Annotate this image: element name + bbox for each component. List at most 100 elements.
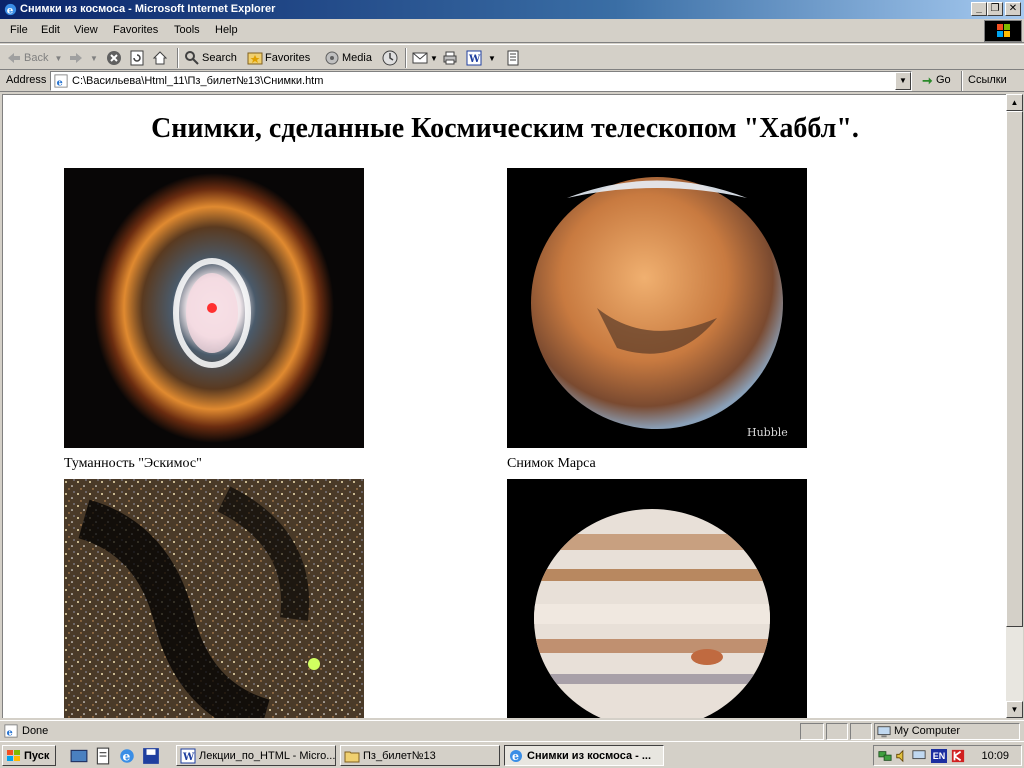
language-indicator[interactable]: EN xyxy=(931,749,947,763)
print-button[interactable] xyxy=(442,49,460,67)
home-icon xyxy=(152,51,168,65)
task-button-word[interactable]: W Лекции_по_HTML - Micro... xyxy=(176,745,336,766)
system-tray: EN 10:09 xyxy=(873,745,1022,766)
menu-bar: File Edit View Favorites Tools Help xyxy=(0,19,1024,43)
edit-dropdown-icon[interactable]: ▼ xyxy=(488,54,496,63)
menu-file[interactable]: File xyxy=(10,24,28,36)
svg-text:W: W xyxy=(182,752,195,763)
antivirus-icon[interactable] xyxy=(951,749,965,763)
go-button[interactable]: Go xyxy=(920,73,951,87)
menu-favorites[interactable]: Favorites xyxy=(113,24,158,36)
windows-logo-icon xyxy=(984,20,1022,42)
favorites-button[interactable]: Favorites xyxy=(247,49,310,67)
discuss-icon xyxy=(507,50,519,66)
maximize-button[interactable]: ❐ xyxy=(987,2,1003,16)
computer-icon xyxy=(877,726,891,738)
notepad-icon[interactable] xyxy=(94,747,112,765)
address-label: Address xyxy=(6,74,47,86)
search-icon xyxy=(185,51,199,65)
photo-caption: Снимок Марса xyxy=(507,456,596,471)
task-button-folder[interactable]: Пз_билет№13 xyxy=(340,745,500,766)
scroll-thumb[interactable] xyxy=(1006,111,1023,627)
save-disk-icon[interactable] xyxy=(142,747,160,765)
favorites-label: Favorites xyxy=(265,52,311,64)
refresh-button[interactable] xyxy=(129,49,147,67)
svg-text:e: e xyxy=(512,750,519,763)
toolbar-separator xyxy=(405,48,407,68)
history-icon xyxy=(382,50,398,66)
minimize-button[interactable]: _ xyxy=(971,2,987,16)
ie-icon: e xyxy=(4,3,17,16)
history-button[interactable] xyxy=(382,49,400,67)
page-heading: Снимки, сделанные Космическим телескопом… xyxy=(151,113,859,144)
printer-icon xyxy=(443,51,457,65)
task-label: Пз_билет№13 xyxy=(363,749,436,762)
page-content: Снимки, сделанные Космическим телескопом… xyxy=(2,94,1006,718)
start-button[interactable]: Пуск xyxy=(2,745,56,766)
stop-button[interactable] xyxy=(106,49,124,67)
toolbar-separator xyxy=(177,48,179,68)
svg-text:e: e xyxy=(7,4,14,16)
hubble-heritage-watermark: Hubble xyxy=(747,426,788,439)
task-button-ie[interactable]: e Снимки из космоса - ... xyxy=(504,745,664,766)
go-label: Go xyxy=(936,74,951,86)
status-panel xyxy=(850,723,872,740)
close-button[interactable]: ✕ xyxy=(1005,2,1021,16)
address-dropdown-icon[interactable]: ▼ xyxy=(895,72,911,90)
search-label: Search xyxy=(202,52,237,64)
task-label: Снимки из космоса - ... xyxy=(527,749,652,762)
status-bar: e Done My Computer xyxy=(0,720,1024,741)
clock[interactable]: 10:09 xyxy=(981,750,1009,762)
vertical-scrollbar[interactable]: ▲ ▼ xyxy=(1006,94,1023,718)
task-label: Лекции_по_HTML - Micro... xyxy=(199,749,336,762)
home-button[interactable] xyxy=(152,49,170,67)
back-arrow-icon xyxy=(8,53,20,63)
mail-dropdown-icon[interactable]: ▼ xyxy=(430,54,438,63)
ie-icon: e xyxy=(510,749,522,763)
address-input[interactable]: e C:\Васильева\Html_11\Пз_билет№13\Снимк… xyxy=(50,71,912,91)
menu-help[interactable]: Help xyxy=(215,24,238,36)
show-desktop-icon[interactable] xyxy=(70,747,88,765)
status-panel xyxy=(826,723,848,740)
menu-view[interactable]: View xyxy=(74,24,98,36)
monitor-icon[interactable] xyxy=(912,749,926,763)
media-label: Media xyxy=(342,52,372,64)
scroll-down-icon[interactable]: ▼ xyxy=(1006,701,1023,718)
address-value: C:\Васильева\Html_11\Пз_билет№13\Снимки.… xyxy=(72,75,324,87)
photo-eskimo-nebula xyxy=(64,168,364,448)
menu-tools[interactable]: Tools xyxy=(174,24,200,36)
media-button[interactable]: Media xyxy=(324,49,372,67)
address-bar: Address e C:\Васильева\Html_11\Пз_билет№… xyxy=(0,70,1024,92)
network-icon[interactable] xyxy=(878,749,892,763)
photo-star-field xyxy=(64,479,364,718)
stop-icon xyxy=(107,51,121,65)
volume-icon[interactable] xyxy=(895,749,909,763)
back-button[interactable]: Back ▼ xyxy=(6,49,62,67)
edit-button[interactable]: W ▼ xyxy=(466,49,496,67)
menu-edit[interactable]: Edit xyxy=(41,24,60,36)
go-arrow-icon xyxy=(922,77,933,85)
discuss-button[interactable] xyxy=(505,49,523,67)
window-title: Снимки из космоса - Microsoft Internet E… xyxy=(20,3,276,15)
forward-dropdown-icon[interactable]: ▼ xyxy=(90,54,98,63)
photo-mars: Hubble xyxy=(507,168,807,448)
svg-text:e: e xyxy=(7,727,13,738)
address-separator xyxy=(961,71,963,91)
back-label: Back xyxy=(24,52,49,64)
links-button[interactable]: Ссылки xyxy=(968,74,1007,86)
standard-toolbar: Back ▼ ▼ Search Favorites Media ▼ W ▼ xyxy=(0,44,1024,70)
status-text: Done xyxy=(22,725,49,737)
back-dropdown-icon[interactable]: ▼ xyxy=(54,54,62,63)
title-bar[interactable]: e Снимки из космоса - Microsoft Internet… xyxy=(0,0,1024,19)
start-label: Пуск xyxy=(24,749,50,762)
mail-button[interactable]: ▼ xyxy=(412,49,438,67)
word-edit-icon: W xyxy=(466,50,482,66)
zone-text: My Computer xyxy=(894,725,961,737)
forward-button[interactable]: ▼ xyxy=(68,49,98,67)
scroll-up-icon[interactable]: ▲ xyxy=(1006,94,1023,111)
search-button[interactable]: Search xyxy=(184,49,237,67)
svg-text:W: W xyxy=(468,54,481,65)
windows-flag-icon xyxy=(7,749,20,761)
mail-icon xyxy=(412,52,428,64)
ie-quicklaunch-icon[interactable]: e xyxy=(118,747,136,765)
